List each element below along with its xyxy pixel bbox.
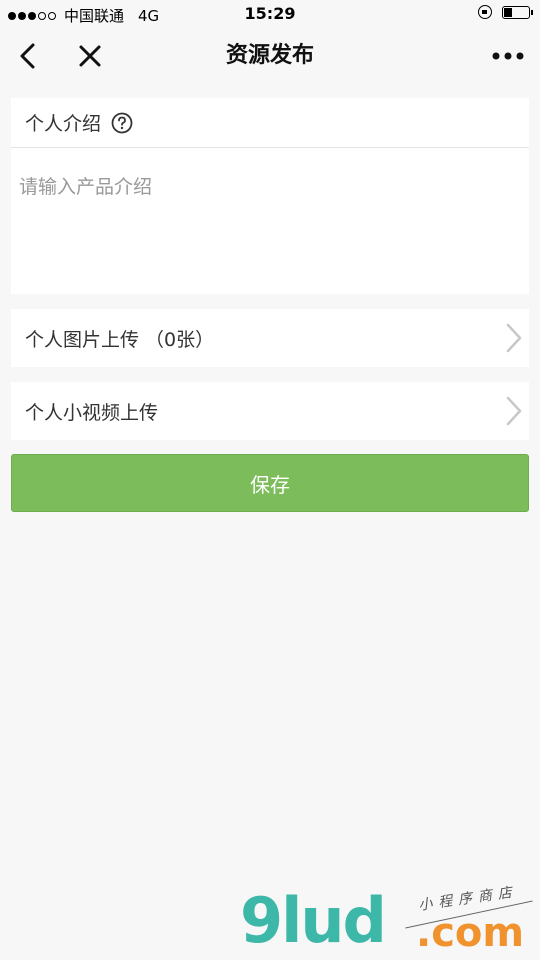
battery-icon [502,5,533,19]
status-right [478,5,533,19]
intro-header: 个人介绍 [11,98,529,148]
intro-card: 个人介绍 [11,98,529,294]
main-content: 个人介绍 个人图片上传 （0张） 个人小视频上传 保存 [0,84,540,512]
page-title: 资源发布 [225,43,314,68]
more-button[interactable] [486,28,530,84]
watermark-brand: 9lud [240,884,387,957]
rotation-lock-icon [478,5,492,19]
chevron-right-icon [506,396,522,426]
photo-upload-label: 个人图片上传 （0张） [25,328,215,351]
status-bar: 中国联通 4G 15:29 [0,0,540,28]
more-dots-icon [492,52,524,60]
watermark-domain: .com [416,910,525,956]
photo-upload-row[interactable]: 个人图片上传 （0张） [11,309,529,367]
save-button[interactable]: 保存 [11,454,529,512]
intro-textarea[interactable] [11,148,529,294]
question-circle-icon[interactable] [111,112,133,134]
video-upload-row[interactable]: 个人小视频上传 [11,382,529,440]
status-time: 15:29 [244,4,296,23]
intro-label: 个人介绍 [25,113,102,135]
watermark-logo: 9lud 小程序商店 .com [240,884,533,957]
video-upload-label: 个人小视频上传 [25,401,159,424]
nav-bar: 资源发布 [0,28,540,84]
chevron-right-icon [506,323,522,353]
